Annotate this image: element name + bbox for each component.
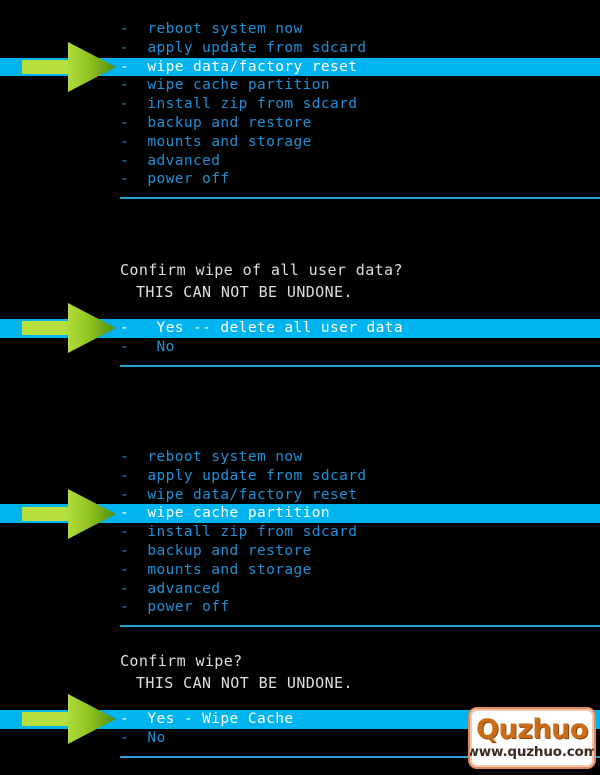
menu-item-selected[interactable]: - wipe data/factory reset (0, 57, 600, 77)
menu-item[interactable]: - apply update from sdcard (0, 467, 600, 486)
menu-item[interactable]: - power off (0, 170, 600, 189)
menu-item[interactable]: - backup and restore (0, 542, 600, 561)
menu-item[interactable]: - install zip from sdcard (0, 523, 600, 542)
menu-item[interactable]: - reboot system now (0, 20, 600, 39)
menu-item[interactable]: - wipe data/factory reset (0, 486, 600, 505)
panel-spacer (0, 303, 600, 319)
watermark-url: www.quzhuo.com (468, 744, 596, 760)
menu-item[interactable]: - power off (0, 598, 600, 617)
menu-item[interactable]: - install zip from sdcard (0, 95, 600, 114)
panel-divider (120, 197, 600, 200)
menu-item-selected[interactable]: - wipe cache partition (0, 504, 600, 524)
menu-item[interactable]: - mounts and storage (0, 133, 600, 152)
panel-header-line: THIS CAN NOT BE UNDONE. (136, 674, 353, 692)
menu-item[interactable]: - reboot system now (0, 448, 600, 467)
menu-item[interactable]: - mounts and storage (0, 561, 600, 580)
menu-list[interactable]: - reboot system now - apply update from s… (0, 20, 600, 189)
panel-header-line: Confirm wipe? (120, 652, 243, 670)
menu-list[interactable]: - Yes -- delete all user data - No (0, 319, 600, 357)
panel-header-line: Confirm wipe of all user data? (120, 261, 403, 279)
recovery-screenshot-canvas: - reboot system now - apply update from s… (0, 0, 600, 775)
menu-item[interactable]: - apply update from sdcard (0, 39, 600, 58)
watermark-inner: Quzhuo www.quzhuo.com (470, 709, 594, 767)
recovery-panel: - reboot system now - apply update from s… (0, 20, 600, 200)
watermark-title: Quzhuo (476, 714, 588, 745)
menu-list[interactable]: - reboot system now - apply update from s… (0, 448, 600, 617)
menu-item[interactable]: - advanced (0, 580, 600, 599)
menu-item-selected[interactable]: - Yes -- delete all user data (0, 319, 600, 338)
menu-item[interactable]: - backup and restore (0, 114, 600, 133)
recovery-panel: - reboot system now - apply update from s… (0, 448, 600, 628)
menu-item[interactable]: - No (0, 338, 600, 357)
watermark-badge: Quzhuo www.quzhuo.com (468, 707, 596, 769)
recovery-panel: Confirm wipe of all user data? THIS CAN N… (0, 259, 600, 367)
menu-item[interactable]: - advanced (0, 152, 600, 171)
panel-header-line: THIS CAN NOT BE UNDONE. (136, 283, 353, 301)
panel-divider (120, 364, 600, 367)
panel-divider (120, 625, 600, 628)
menu-item[interactable]: - wipe cache partition (0, 76, 600, 95)
